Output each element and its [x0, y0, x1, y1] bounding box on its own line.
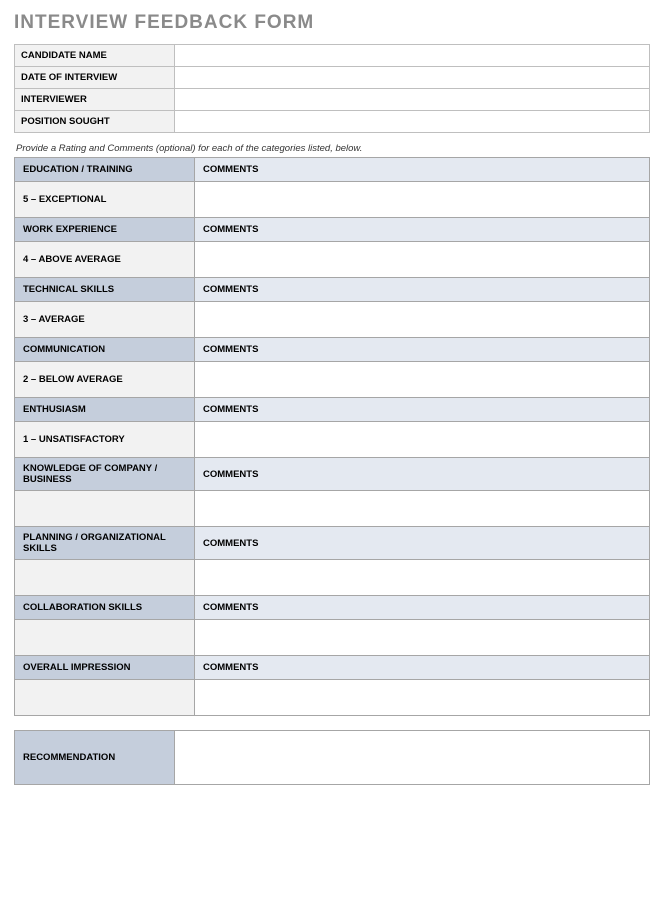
category-header: EDUCATION / TRAINING [15, 158, 195, 182]
rating-cell[interactable] [15, 491, 195, 527]
interviewer-value[interactable] [175, 89, 650, 111]
category-header: PLANNING / ORGANIZATIONAL SKILLS [15, 527, 195, 560]
info-row: DATE OF INTERVIEW [15, 67, 650, 89]
rating-cell[interactable]: 3 – AVERAGE [15, 302, 195, 338]
comment-cell[interactable] [195, 620, 650, 656]
category-header: COLLABORATION SKILLS [15, 596, 195, 620]
category-header: ENTHUSIASM [15, 398, 195, 422]
category-header: COMMUNICATION [15, 338, 195, 362]
rating-cell[interactable] [15, 620, 195, 656]
comment-cell[interactable] [195, 362, 650, 398]
recommendation-label: RECOMMENDATION [15, 731, 175, 785]
rating-cell[interactable] [15, 680, 195, 716]
date-of-interview-label: DATE OF INTERVIEW [15, 67, 175, 89]
comment-cell[interactable] [195, 242, 650, 278]
recommendation-table: RECOMMENDATION [14, 730, 650, 785]
comments-header: COMMENTS [195, 218, 650, 242]
comment-cell[interactable] [195, 422, 650, 458]
rating-cell[interactable]: 5 – EXCEPTIONAL [15, 182, 195, 218]
instruction-text: Provide a Rating and Comments (optional)… [16, 143, 650, 154]
category-header: WORK EXPERIENCE [15, 218, 195, 242]
ratings-table: EDUCATION / TRAINING COMMENTS 5 – EXCEPT… [14, 157, 650, 716]
comment-cell[interactable] [195, 182, 650, 218]
comment-cell[interactable] [195, 560, 650, 596]
comments-header: COMMENTS [195, 278, 650, 302]
comments-header: COMMENTS [195, 338, 650, 362]
comments-header: COMMENTS [195, 458, 650, 491]
comments-header: COMMENTS [195, 656, 650, 680]
position-sought-value[interactable] [175, 111, 650, 133]
comments-header: COMMENTS [195, 596, 650, 620]
comment-cell[interactable] [195, 680, 650, 716]
category-header: KNOWLEDGE OF COMPANY / BUSINESS [15, 458, 195, 491]
comments-header: COMMENTS [195, 158, 650, 182]
info-row: CANDIDATE NAME [15, 45, 650, 67]
category-header: OVERALL IMPRESSION [15, 656, 195, 680]
candidate-name-value[interactable] [175, 45, 650, 67]
position-sought-label: POSITION SOUGHT [15, 111, 175, 133]
category-header: TECHNICAL SKILLS [15, 278, 195, 302]
form-title: INTERVIEW FEEDBACK FORM [14, 12, 650, 34]
rating-cell[interactable]: 1 – UNSATISFACTORY [15, 422, 195, 458]
comments-header: COMMENTS [195, 398, 650, 422]
rating-cell[interactable]: 2 – BELOW AVERAGE [15, 362, 195, 398]
comment-cell[interactable] [195, 302, 650, 338]
candidate-name-label: CANDIDATE NAME [15, 45, 175, 67]
recommendation-value[interactable] [175, 731, 650, 785]
comment-cell[interactable] [195, 491, 650, 527]
candidate-info-table: CANDIDATE NAME DATE OF INTERVIEW INTERVI… [14, 44, 650, 133]
rating-cell[interactable] [15, 560, 195, 596]
rating-cell[interactable]: 4 – ABOVE AVERAGE [15, 242, 195, 278]
comments-header: COMMENTS [195, 527, 650, 560]
date-of-interview-value[interactable] [175, 67, 650, 89]
info-row: POSITION SOUGHT [15, 111, 650, 133]
interviewer-label: INTERVIEWER [15, 89, 175, 111]
info-row: INTERVIEWER [15, 89, 650, 111]
